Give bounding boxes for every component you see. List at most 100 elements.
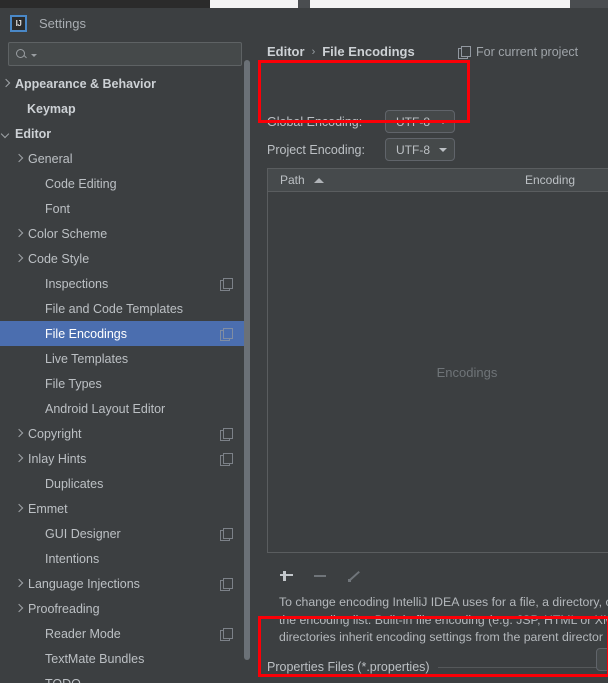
chevron-down-icon[interactable] xyxy=(0,128,12,140)
project-scope-icon xyxy=(220,577,233,591)
sidebar-item-label: Live Templates xyxy=(45,351,129,366)
chevron-right-icon[interactable] xyxy=(13,603,25,615)
dialog-title: Settings xyxy=(39,15,86,31)
encodings-table-toolbar xyxy=(267,562,608,588)
help-text: To change encoding IntelliJ IDEA uses fo… xyxy=(279,594,608,647)
help-text-line: To change encoding IntelliJ IDEA uses fo… xyxy=(279,595,608,609)
sidebar-item-duplicates[interactable]: Duplicates xyxy=(0,471,244,496)
sidebar-item-inlay-hints[interactable]: Inlay Hints xyxy=(0,446,244,471)
sidebar-item-emmet[interactable]: Emmet xyxy=(0,496,244,521)
chevron-right-icon[interactable] xyxy=(13,253,25,265)
sidebar-item-label: TextMate Bundles xyxy=(45,651,145,666)
help-text-line: directories inherit encoding settings fr… xyxy=(279,630,603,644)
sidebar-item-textmate-bundles[interactable]: TextMate Bundles xyxy=(0,646,244,671)
sort-ascending-icon xyxy=(313,177,324,183)
encodings-table-body[interactable]: Encodings xyxy=(268,192,608,552)
global-encoding-label: Global Encoding: xyxy=(267,114,363,129)
sidebar-item-label: Font xyxy=(45,201,71,216)
sidebar-item-intentions[interactable]: Intentions xyxy=(0,546,244,571)
project-encoding-combobox[interactable]: UTF-8 xyxy=(385,138,455,161)
sidebar-item-todo[interactable]: TODO xyxy=(0,671,244,683)
column-header-encoding[interactable]: Encoding xyxy=(513,173,608,187)
search-input[interactable] xyxy=(37,47,241,61)
column-header-path[interactable]: Path xyxy=(268,173,513,187)
sidebar-item-live-templates[interactable]: Live Templates xyxy=(0,346,244,371)
settings-dialog: IJ Settings Appearance & Behavior Keymap E… xyxy=(0,0,608,683)
scope-note-label: For current project xyxy=(476,45,579,59)
search-icon xyxy=(16,48,30,60)
properties-files-group-title: Properties Files (*.properties) xyxy=(267,660,430,674)
sidebar-item-label: Intentions xyxy=(45,551,100,566)
edit-mapping-button[interactable] xyxy=(346,567,363,584)
sidebar-item-label: Code Style xyxy=(28,251,90,266)
breadcrumb-current: File Encodings xyxy=(322,44,415,59)
properties-files-group-header: Properties Files (*.properties) xyxy=(267,658,608,676)
sidebar-item-color-scheme[interactable]: Color Scheme xyxy=(0,221,244,246)
sidebar-item-label: Language Injections xyxy=(28,576,140,591)
sidebar-item-label: File Encodings xyxy=(45,326,127,341)
sidebar-item-code-editing[interactable]: Code Editing xyxy=(0,171,244,196)
dialog-titlebar: IJ Settings xyxy=(0,8,608,38)
project-encoding-value: UTF-8 xyxy=(396,142,430,157)
settings-content-panel: Editor › File Encodings For current proj… xyxy=(250,38,608,683)
sidebar-item-label: File and Code Templates xyxy=(45,301,184,316)
sidebar-item-android-layout-editor[interactable]: Android Layout Editor xyxy=(0,396,244,421)
project-scope-icon xyxy=(220,277,233,291)
global-encoding-value: UTF-8 xyxy=(396,114,430,129)
chevron-right-icon[interactable] xyxy=(13,503,25,515)
chevron-down-icon xyxy=(439,119,447,124)
sidebar-item-gui-designer[interactable]: GUI Designer xyxy=(0,521,244,546)
sidebar-item-file-types[interactable]: File Types xyxy=(0,371,244,396)
sidebar-item-label: TODO xyxy=(45,677,81,683)
project-scope-icon xyxy=(220,452,233,466)
background-window-strip xyxy=(0,0,608,8)
sidebar-item-file-and-code-templates[interactable]: File and Code Templates xyxy=(0,296,244,321)
intellij-logo-icon: IJ xyxy=(10,14,27,32)
sidebar-item-label: Keymap xyxy=(27,101,76,116)
sidebar-item-proofreading[interactable]: Proofreading xyxy=(0,596,244,621)
sidebar-item-reader-mode[interactable]: Reader Mode xyxy=(0,621,244,646)
project-scope-icon xyxy=(220,327,233,341)
search-box[interactable] xyxy=(8,42,242,66)
sidebar-item-label: Copyright xyxy=(28,426,82,441)
chevron-right-icon[interactable] xyxy=(13,153,25,165)
sidebar-item-font[interactable]: Font xyxy=(0,196,244,221)
sidebar-item-label: Proofreading xyxy=(28,601,100,616)
sidebar-item-language-injections[interactable]: Language Injections xyxy=(0,571,244,596)
sidebar-item-editor[interactable]: Editor xyxy=(0,121,244,146)
remove-mapping-button[interactable] xyxy=(312,567,329,584)
sidebar-item-label: Editor xyxy=(15,126,52,141)
chevron-right-icon[interactable] xyxy=(13,228,25,240)
project-encoding-label: Project Encoding: xyxy=(267,142,365,157)
chevron-right-icon[interactable] xyxy=(0,78,12,90)
sidebar-item-inspections[interactable]: Inspections xyxy=(0,271,244,296)
global-encoding-combobox[interactable]: UTF-8 xyxy=(385,110,455,133)
empty-table-message: Encodings xyxy=(436,364,498,380)
column-header-encoding-label: Encoding xyxy=(525,173,576,187)
chevron-right-icon[interactable] xyxy=(13,428,25,440)
add-mapping-button[interactable] xyxy=(278,567,295,584)
sidebar-item-label: Duplicates xyxy=(45,476,104,491)
sidebar-item-general[interactable]: General xyxy=(0,146,244,171)
breadcrumb-parent[interactable]: Editor xyxy=(267,44,305,59)
sidebar-item-code-style[interactable]: Code Style xyxy=(0,246,244,271)
chevron-right-icon[interactable] xyxy=(13,453,25,465)
scope-note: For current project xyxy=(458,45,578,59)
chevron-right-icon[interactable] xyxy=(13,578,25,590)
sidebar-item-appearance-behavior[interactable]: Appearance & Behavior xyxy=(0,71,244,96)
sidebar-item-file-encodings[interactable]: File Encodings xyxy=(0,321,244,346)
offscreen-combobox-partial[interactable] xyxy=(596,648,608,671)
column-header-path-label: Path xyxy=(280,173,305,187)
sidebar-item-label: Color Scheme xyxy=(28,226,108,241)
sidebar-item-label: Inspections xyxy=(45,276,109,291)
sidebar-item-copyright[interactable]: Copyright xyxy=(0,421,244,446)
encodings-table: Path Encoding Encodings xyxy=(267,168,608,553)
sidebar-item-keymap[interactable]: Keymap xyxy=(0,96,244,121)
